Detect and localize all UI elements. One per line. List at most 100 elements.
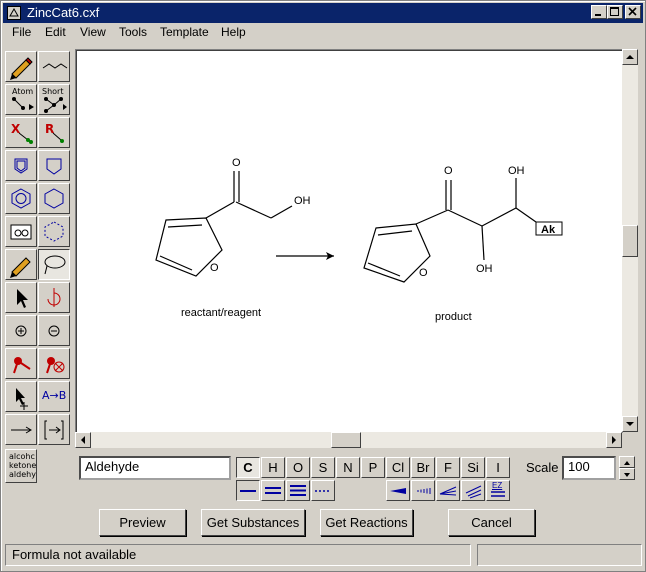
template-name-field[interactable]: Aldehyde [79, 456, 231, 480]
scroll-down-button[interactable] [622, 416, 638, 432]
atom-h-button[interactable]: H [261, 457, 285, 478]
maximize-icon [610, 7, 619, 16]
main-window: ZincCat6.cxf File Edit View Tools Templa… [0, 0, 646, 572]
x-group-icon [18, 132, 33, 144]
drawing-canvas[interactable]: O O OH O O OH OH Ak reactant/reagent pro… [75, 49, 623, 433]
pencil-tool[interactable] [5, 51, 37, 82]
menu-help[interactable]: Help [221, 25, 246, 39]
pentagon-tool[interactable] [38, 150, 70, 181]
right-arrow-icon [612, 436, 616, 444]
functional-group-tool[interactable]: alcohc ketone aldehy [5, 449, 37, 483]
detach-icon [46, 357, 65, 374]
atom-p-button[interactable]: P [361, 457, 385, 478]
wavy-bond-button[interactable] [436, 480, 460, 501]
product-caption: product [435, 311, 472, 323]
either-bond-icon [439, 486, 457, 496]
group-line-2: ketone [9, 461, 37, 470]
scroll-right-button[interactable] [606, 432, 622, 448]
benzene-tool[interactable] [5, 183, 37, 214]
rotate-tool[interactable] [38, 282, 70, 313]
scale-increase-button[interactable] [619, 456, 635, 468]
zoom-out-icon [48, 325, 60, 337]
template-library-tool[interactable] [5, 216, 37, 247]
cancel-button[interactable]: Cancel [448, 509, 535, 536]
atom-n-button[interactable]: N [336, 457, 360, 478]
dotted-ring-tool[interactable] [38, 216, 70, 247]
alkyl-group-label: Ak [541, 224, 556, 236]
maximize-button[interactable] [607, 5, 623, 19]
zoom-out-tool[interactable] [38, 315, 70, 346]
minimize-button[interactable] [591, 5, 607, 19]
hexagon-tool[interactable] [38, 183, 70, 214]
vertical-scroll-thumb[interactable] [622, 225, 638, 257]
formula-status: Formula not available [5, 544, 471, 566]
select-tool[interactable] [5, 282, 37, 313]
any-bond-button[interactable] [311, 480, 335, 501]
menu-file[interactable]: File [12, 25, 31, 39]
wedge-bond-button[interactable] [386, 480, 410, 501]
title-bar[interactable]: ZincCat6.cxf [3, 3, 643, 23]
hashed-wedge-button[interactable] [411, 480, 435, 501]
reactant-caption: reactant/reagent [181, 307, 261, 319]
product-molecule[interactable] [363, 178, 537, 283]
horizontal-scroll-thumb[interactable] [331, 432, 361, 448]
menu-tools[interactable]: Tools [119, 25, 147, 39]
r-group-icon [52, 132, 64, 143]
atom-f-button[interactable]: F [436, 457, 460, 478]
scale-input[interactable]: 100 [562, 456, 616, 480]
vertical-scrollbar[interactable] [622, 49, 638, 432]
menu-edit[interactable]: Edit [45, 25, 66, 39]
scroll-up-button[interactable] [622, 49, 638, 65]
zoom-in-icon [15, 325, 27, 337]
atom-c-button[interactable]: C [236, 457, 260, 478]
double-bond-icon [265, 487, 281, 494]
ring-template-tool[interactable] [5, 150, 37, 181]
close-button[interactable] [625, 5, 641, 19]
atom-cl-button[interactable]: Cl [386, 457, 410, 478]
attach-tool[interactable] [5, 348, 37, 379]
hexagon-icon [44, 188, 64, 209]
atom-br-button[interactable]: Br [411, 457, 435, 478]
hashed-wedge-icon [417, 488, 431, 494]
atom-tool[interactable]: Atom [5, 84, 37, 115]
menu-view[interactable]: View [80, 25, 106, 39]
chain-tool[interactable] [38, 51, 70, 82]
triple-bond-button[interactable] [286, 480, 310, 501]
single-bond-button[interactable] [236, 480, 260, 501]
x-group-tool[interactable]: X [5, 117, 37, 148]
zoom-in-tool[interactable] [5, 315, 37, 346]
atom-si-button[interactable]: Si [461, 457, 485, 478]
atom-i-button[interactable]: I [486, 457, 510, 478]
r-group-tool[interactable]: R [38, 117, 70, 148]
window-title: ZincCat6.cxf [27, 5, 100, 20]
reactant-molecule[interactable] [155, 171, 293, 277]
menu-template[interactable]: Template [160, 25, 209, 39]
shortcut-tool[interactable]: Short [38, 84, 70, 115]
horizontal-scrollbar[interactable] [75, 432, 622, 448]
scroll-left-button[interactable] [75, 432, 91, 448]
mapping-select-tool[interactable] [5, 381, 37, 412]
ez-bond-icon [491, 491, 505, 497]
eraser-tool[interactable] [5, 249, 37, 280]
scale-decrease-button[interactable] [619, 468, 635, 480]
triple-bond-icon [290, 485, 306, 496]
atom-o-button[interactable]: O [286, 457, 310, 478]
bracket-tool[interactable] [38, 414, 70, 445]
reaction-arrow-tool[interactable] [5, 414, 37, 445]
spin-down-icon [624, 473, 630, 477]
detach-tool[interactable] [38, 348, 70, 379]
reaction-arrow[interactable] [276, 252, 334, 260]
get-substances-button[interactable]: Get Substances [201, 509, 305, 536]
get-reactions-button[interactable]: Get Reactions [320, 509, 413, 536]
double-bond-button[interactable] [261, 480, 285, 501]
hash-bond-button[interactable] [461, 480, 485, 501]
preview-button[interactable]: Preview [99, 509, 186, 536]
atom-mapping-tool[interactable]: A→B [38, 381, 70, 412]
group-line-1: alcohc [9, 452, 35, 461]
atom-s-button[interactable]: S [311, 457, 335, 478]
dotted-ring-icon [44, 221, 64, 242]
ez-bond-button[interactable]: EZ [486, 480, 510, 501]
lasso-tool[interactable] [38, 249, 70, 280]
hash-bond-icon [465, 485, 482, 499]
reactant-hydroxyl: OH [294, 195, 311, 207]
